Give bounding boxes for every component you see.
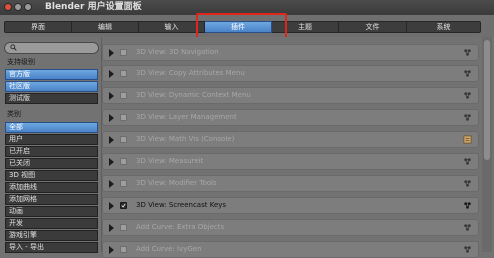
community-icon [464,49,471,56]
expand-triangle-icon[interactable] [108,202,115,210]
addon-row[interactable]: 3D View: Math Vis (Console) [102,131,479,148]
addon-name: Add Curve: IvyGen [136,245,202,253]
category-3d-view[interactable]: 3D 视图 [5,170,98,181]
addon-row[interactable]: 3D View: Layer Management [102,109,479,126]
category-animation[interactable]: 动画 [5,206,98,217]
addon-row[interactable]: 3D View: 3D Navigation [102,44,479,61]
category-label: 类别 [7,110,21,118]
addon-list: 3D View: 3D Navigation 3D View: Copy Att… [102,37,494,258]
expand-triangle-icon[interactable] [108,114,115,122]
support-testing-toggle[interactable]: 测试版 [5,93,98,104]
expand-triangle-icon[interactable] [108,158,115,166]
addon-enable-checkbox[interactable] [120,49,127,56]
addon-row[interactable]: 3D View: Dynamic Context Menu [102,87,479,104]
addon-enable-checkbox[interactable] [120,70,127,77]
expand-triangle-icon[interactable] [108,49,115,57]
expand-triangle-icon[interactable] [108,70,115,78]
window-title: Blender 用户设置面板 [45,2,142,12]
addon-name: 3D View: 3D Navigation [136,48,219,56]
sidebar: 支持级别 官方版 社区版 测试版 类别 全部 用户 已开启 已关闭 3D 视图 … [0,37,102,253]
addon-name: 3D View: Copy Attributes Menu [136,69,245,77]
community-icon [464,158,471,165]
category-add-mesh[interactable]: 添加网格 [5,194,98,205]
addon-row[interactable]: 3D View: Measureit [102,153,479,170]
support-community-toggle[interactable]: 社区版 [5,81,98,92]
addon-name: Add Curve: Extra Objects [136,223,225,231]
support-official-toggle[interactable]: 官方版 [5,69,98,80]
category-game-engine[interactable]: 游戏引擎 [5,230,98,241]
search-icon [10,44,17,51]
addon-enable-checkbox[interactable] [120,180,127,187]
addon-name: 3D View: Measureit [136,157,204,165]
tab-file[interactable]: 文件 [339,21,407,33]
close-window-button[interactable] [4,3,12,11]
category-import-export[interactable]: 导入 - 导出 [5,242,98,253]
category-development[interactable]: 开发 [5,218,98,229]
expand-triangle-icon[interactable] [108,136,115,144]
category-all[interactable]: 全部 [5,122,98,133]
community-icon [464,180,471,187]
expand-triangle-icon[interactable] [108,246,115,254]
expand-triangle-icon[interactable] [108,180,115,188]
addon-name: 3D View: Layer Management [136,113,237,121]
vertical-scrollbar[interactable] [482,37,492,252]
official-icon [463,135,472,144]
community-icon [464,70,471,77]
search-input[interactable] [4,42,99,54]
support-level-label: 支持级别 [7,58,35,66]
tab-system[interactable]: 系统 [407,21,481,33]
addon-enable-checkbox[interactable] [120,224,127,231]
expand-triangle-icon[interactable] [108,92,115,100]
tab-interface[interactable]: 界面 [4,21,72,33]
addon-name: 3D View: Math Vis (Console) [136,135,235,143]
expand-triangle-icon[interactable] [108,224,115,232]
addon-enable-checkbox[interactable] [120,136,127,143]
category-disabled[interactable]: 已关闭 [5,158,98,169]
minimize-window-button[interactable] [14,3,22,11]
category-add-curve[interactable]: 添加曲线 [5,182,98,193]
community-icon [464,114,471,121]
tab-editing[interactable]: 编辑 [72,21,139,33]
addon-row[interactable]: Add Curve: Extra Objects [102,219,479,236]
addon-row[interactable]: Add Curve: IvyGen [102,241,479,258]
addon-name: 3D View: Dynamic Context Menu [136,91,251,99]
addon-row[interactable]: 3D View: Screencast Keys [102,197,479,214]
addon-enable-checkbox[interactable] [120,202,127,209]
maximize-window-button[interactable] [24,3,32,11]
community-icon [464,92,471,99]
community-icon [464,224,471,231]
scrollbar-thumb[interactable] [484,40,490,160]
addons-tab-highlight-box [196,13,287,40]
community-icon [464,246,471,253]
checkmark-icon [121,203,126,208]
addon-row[interactable]: 3D View: Modifier Tools [102,175,479,192]
addon-name: 3D View: Modifier Tools [136,179,217,187]
addon-enable-checkbox[interactable] [120,114,127,121]
addon-enable-checkbox[interactable] [120,158,127,165]
addon-row[interactable]: 3D View: Copy Attributes Menu [102,65,479,82]
addon-name: 3D View: Screencast Keys [136,201,227,209]
community-icon [464,202,471,209]
category-user[interactable]: 用户 [5,134,98,145]
addon-enable-checkbox[interactable] [120,92,127,99]
category-enabled[interactable]: 已开启 [5,146,98,157]
